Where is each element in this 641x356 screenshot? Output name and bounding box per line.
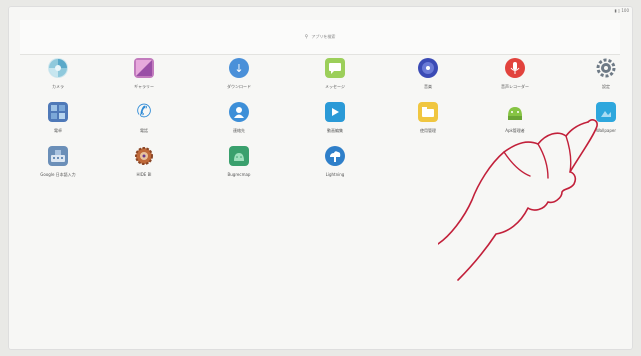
camera-lens-icon: [48, 58, 68, 78]
app-camera[interactable]: カメラ: [23, 58, 93, 90]
app-label: Bugrecmap: [227, 172, 251, 177]
app-label: カメラ: [52, 84, 64, 89]
app-label: 設定: [602, 84, 610, 89]
app-video-editor[interactable]: 動画編集: [300, 102, 370, 134]
message-icon: [325, 58, 345, 78]
app-label: Lightning: [325, 172, 345, 177]
tap-gesture-hand-icon: [438, 119, 598, 281]
app-messages[interactable]: メッセージ: [300, 58, 370, 90]
app-calculator[interactable]: 電卓: [23, 102, 93, 134]
app-label: 使用管理: [420, 128, 436, 133]
download-icon: ↓: [229, 58, 249, 78]
phone-icon: ✆: [136, 101, 152, 122]
app-label: 電話: [140, 128, 148, 133]
app-settings[interactable]: 設定: [571, 58, 641, 90]
app-google-japanese-input[interactable]: Google 日本語入力: [23, 146, 93, 178]
app-contacts[interactable]: 連絡先: [204, 102, 274, 134]
app-music[interactable]: 音楽: [393, 58, 463, 90]
app-phone[interactable]: ✆ 電話: [109, 102, 179, 134]
contacts-icon: [229, 102, 249, 122]
app-downloads[interactable]: ↓ ダウンロード: [204, 58, 274, 90]
calculator-icon: [48, 102, 68, 122]
app-voice-recorder[interactable]: 音声レコーダー: [480, 58, 550, 90]
app-gallery[interactable]: ギャラリー: [109, 58, 179, 90]
tablet-screen: ▮ ▯ 100 ⚲ アプリを検索 カメラ ギャラリー ↓ ダウンロード メッセー…: [8, 6, 633, 350]
keyboard-icon: [48, 146, 68, 166]
app-label: ダウンロード: [227, 84, 251, 89]
app-label: ギャラリー: [134, 84, 154, 89]
microphone-icon: [505, 58, 525, 78]
cloud-browser-icon: [325, 146, 345, 166]
app-label: 連絡先: [233, 128, 245, 133]
app-label: メッセージ: [325, 84, 345, 89]
gallery-icon: [134, 58, 154, 78]
music-icon: [418, 58, 438, 78]
gear-icon: [596, 58, 616, 78]
hide-gear-icon: [134, 146, 154, 166]
app-lightning[interactable]: Lightning: [300, 146, 370, 177]
app-label: 動画編集: [327, 128, 343, 133]
app-label: Google 日本語入力: [40, 172, 76, 177]
app-hide-bi[interactable]: HIDE BI: [109, 146, 179, 177]
file-manager-icon: [418, 102, 438, 122]
android-box-icon: [229, 146, 249, 166]
video-icon: [325, 102, 345, 122]
app-label: 音楽: [424, 84, 432, 89]
app-label: 電卓: [54, 128, 62, 133]
app-bugrecmap[interactable]: Bugrecmap: [204, 146, 274, 177]
app-label: HIDE BI: [136, 172, 152, 177]
app-label: 音声レコーダー: [501, 84, 529, 89]
